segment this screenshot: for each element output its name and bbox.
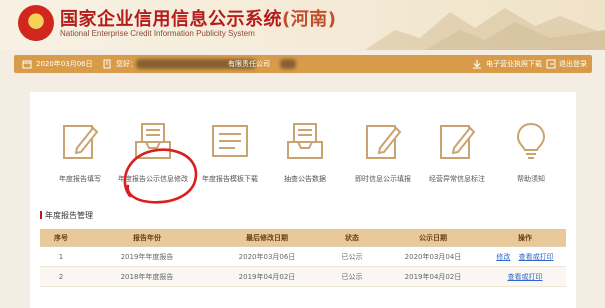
tool-label: 年度报告模板下载 [202,175,258,183]
tool-annual-report-template[interactable]: 年度报告模板下载 [195,112,265,192]
table-row: 1 2019年年度报告 2020年03月06日 已公示 2020年03月04日 … [40,246,566,267]
red-circle-annotation [123,148,198,204]
section-marker [40,211,42,219]
col-header-published: 公示日期 [382,229,484,247]
col-header-modified: 最后修改日期 [212,229,322,247]
pencil-clipboard-icon [366,125,402,159]
modify-link[interactable]: 修改 [496,253,510,261]
site-header: ★ 国家企业信用信息公示系统(河南) National Enterprise C… [0,0,605,50]
logout-button[interactable]: 退出登录 [559,59,587,69]
document-list-icon [212,125,248,157]
cell-status: 已公示 [322,246,382,267]
section-title: 年度报告管理 [40,210,93,221]
redacted-mark [280,59,296,69]
cell-no: 1 [40,246,82,267]
col-header-year: 报告年份 [82,229,212,247]
site-region: (河南) [282,9,337,30]
tool-spot-check-announcement[interactable]: 抽查公告数据 [270,112,340,192]
inbox-list-icon [287,123,323,159]
cell-year: 2018年年度报告 [82,266,212,287]
view-print-link[interactable]: 查看或打印 [508,273,543,281]
pencil-clipboard-icon [63,125,99,159]
logout-icon[interactable] [546,59,556,69]
current-date: 2020年03月06日 [36,60,93,68]
tool-label: 年度报告填写 [59,175,101,183]
tool-annual-report-fill[interactable]: 年度报告填写 [45,112,115,192]
col-header-no: 序号 [40,229,82,247]
cell-modified: 2020年03月06日 [212,246,322,267]
cell-status: 已公示 [322,266,382,287]
section-title-text: 年度报告管理 [45,211,93,220]
site-title: 国家企业信用信息公示系统(河南) [60,5,336,31]
lightbulb-icon [516,122,546,159]
tool-label: 帮助须知 [517,175,545,183]
cell-no: 2 [40,266,82,287]
company-suffix: 有限责任公司 [228,60,270,68]
tool-instant-info-report[interactable]: 即时信息公示填报 [348,112,418,192]
tool-label: 经营异常信息标注 [429,175,485,183]
user-toolbar: 2020年03月06日 您好： 有限责任公司 电子营业执照下载 退出登录 [14,55,592,73]
table-header-row: 序号 报告年份 最后修改日期 状态 公示日期 操作 [40,229,566,247]
tool-label: 抽查公告数据 [284,175,326,183]
cell-published: 2019年04月02日 [382,266,484,287]
calendar-icon [22,60,32,69]
building-icon [103,59,111,69]
cell-year: 2019年年度报告 [82,246,212,267]
cell-actions: 修改 查看或打印 [484,246,566,267]
annual-report-table: 序号 报告年份 最后修改日期 状态 公示日期 操作 1 2019年年度报告 20… [40,229,566,287]
tool-label: 即时信息公示填报 [355,175,411,183]
cell-modified: 2019年04月02日 [212,266,322,287]
site-title-text: 国家企业信用信息公示系统 [60,9,282,30]
greeting-label: 您好： [116,60,137,68]
national-emblem-icon: ★ [18,5,54,41]
view-print-link[interactable]: 查看或打印 [519,253,554,261]
license-download-link[interactable]: 电子营业执照下载 [486,59,542,69]
tool-help-notice[interactable]: 帮助须知 [496,112,566,192]
tool-abnormal-operation[interactable]: 经营异常信息标注 [422,112,492,192]
download-icon[interactable] [472,59,482,69]
mountain-decoration [365,8,605,50]
cell-published: 2020年03月04日 [382,246,484,267]
main-panel: 年度报告填写 年度报告公示信息修改 年度报告模板下载 抽查公告数据 即时信息公示… [30,92,576,308]
site-subtitle: National Enterprise Credit Information P… [60,29,255,38]
table-row: 2 2018年年度报告 2019年04月02日 已公示 2019年04月02日 … [40,266,566,287]
col-header-actions: 操作 [484,229,566,247]
cell-actions: 查看或打印 [484,266,566,287]
col-header-status: 状态 [322,229,382,247]
pencil-clipboard-icon [440,125,476,159]
